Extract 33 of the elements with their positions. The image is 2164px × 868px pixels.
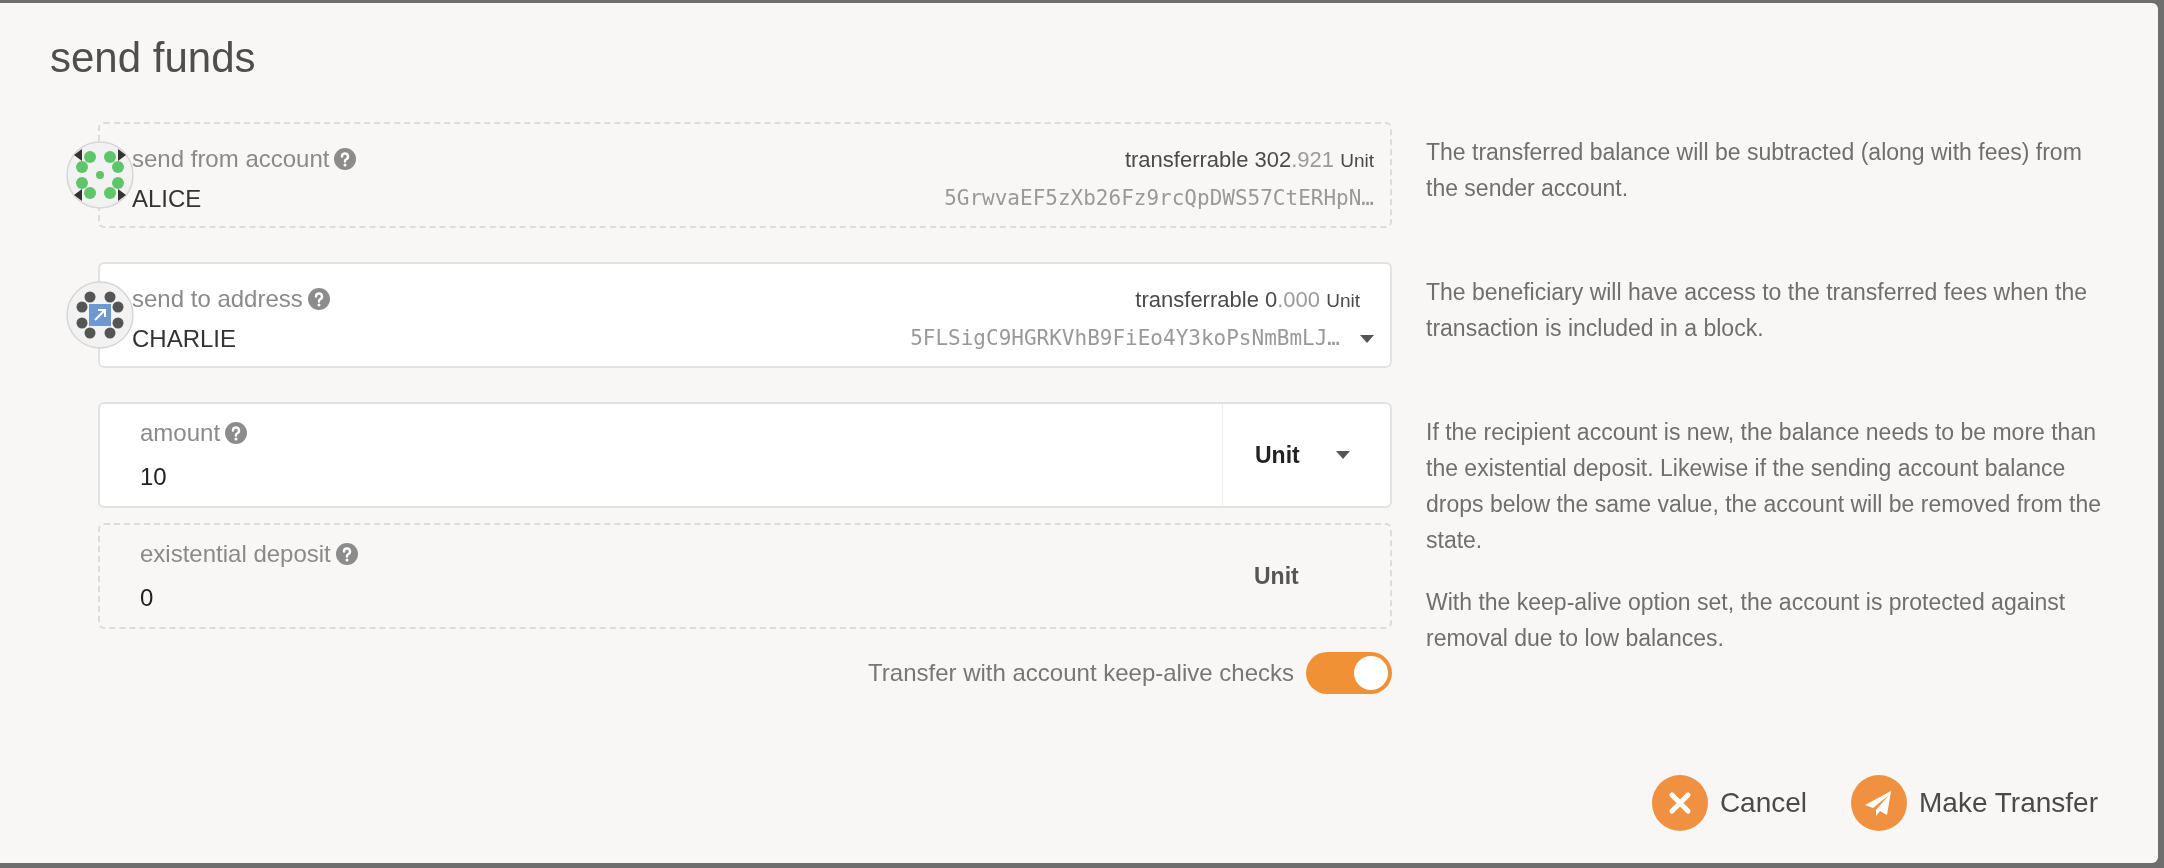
help-text: The beneficiary will have access to the transferred fees when the transaction is included in a block. (1426, 278, 2088, 343)
caret-icon[interactable] (1360, 335, 1374, 343)
help-text: The transferred balance will be subtracted (along with fees) from the sender account. (1426, 138, 2083, 203)
help-icon (224, 421, 249, 445)
amount-value: 10 (140, 462, 168, 492)
keep-alive-toggle[interactable] (1306, 652, 1392, 694)
unit-label[interactable]: Unit (1255, 437, 1300, 473)
field-label: existential deposit (140, 536, 1222, 572)
account-address: 5GrwvaEF5zXb26Fz9rcQpDWS57CtERHpN… (944, 185, 1374, 213)
help-icon (334, 542, 359, 566)
amount-field[interactable]: amount 10 Unit (98, 402, 1392, 508)
balance-text: transferrable 0.000 Unit (1135, 285, 1360, 314)
account-name: CHARLIE (132, 324, 237, 354)
help-text: With the keep-alive option set, the account is protected against removal due to low balances. (1426, 588, 2067, 653)
help-icon (333, 147, 358, 171)
help-icon (306, 287, 331, 311)
field-label: send to address (132, 281, 331, 317)
field-label: send from account (132, 141, 358, 177)
account-address: 5FLSigC9HGRKVhB9FiEo4Y3koPsNmBmLJ… (910, 325, 1340, 353)
balance-text: transferrable 302.921 Unit (1124, 145, 1374, 174)
field-label: amount (140, 415, 1222, 451)
close-icon (1651, 775, 1708, 831)
toggle-label: Transfer with account keep-alive checks (868, 658, 1294, 688)
unit-label: Unit (1254, 561, 1299, 591)
account-name: ALICE (132, 184, 202, 214)
transfer-button[interactable]: Make Transfer (1851, 775, 2098, 831)
caret-icon[interactable] (1335, 451, 1350, 459)
account-select[interactable]: send to address transferrable 0.000 Unit CHARLIE 5FLSigC9HGRKVhB9FiEo4Y3koPsNmBmLJ… (98, 262, 1392, 368)
help-text: If the recipient account is new, the balance needs to be more than the existential deposit. Likewise if the sending account balance drops below the same value, the account will be removed from the state. (1426, 418, 2103, 555)
paper-plane-icon (1851, 775, 1908, 831)
amount-value: 0 (140, 583, 155, 613)
cancel-button[interactable]: Cancel (1651, 775, 1808, 831)
dialog-title: send funds (49, 33, 257, 79)
